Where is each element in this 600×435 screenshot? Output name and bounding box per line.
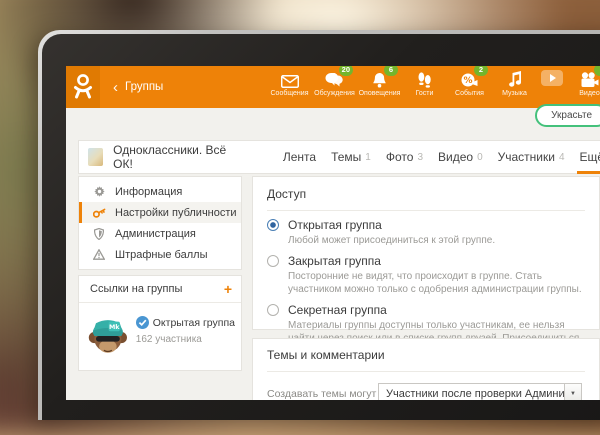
tab-feed[interactable]: Лента [283,141,316,173]
nav-music[interactable]: Музыка [492,69,537,97]
add-link-button[interactable]: + [224,282,232,296]
svg-text:%: % [463,76,472,86]
back-chevron-icon: ‹ [113,80,118,95]
nav-guests[interactable]: Гости [402,69,447,97]
nav-video[interactable]: Видео [567,69,600,97]
sidebar-item-penalty-points[interactable]: Штрафные баллы [79,244,241,265]
nav-label: Видео [579,90,599,97]
top-navigation-bar: ‹ Группы Сообщения 20 Обсуждения 6 [66,66,600,108]
badge: 2 [474,66,488,76]
tab-count: 3 [417,152,423,163]
group-tabs: Лента Темы 1 Фото 3 Видео 0 Участники 4 … [283,141,600,173]
select-value: Участники после проверки Администрацией [379,388,564,400]
tab-count: 4 [559,152,565,163]
play-icon [541,70,563,86]
radio-description: Посторонние не видят, что происходит в г… [288,270,585,296]
group-links-title: Ссылки на группы [90,283,182,295]
promo-label: Украсьте [551,110,592,121]
group-header-bar: Одноклассники. Всё ОК! Лента Темы 1 Фото… [78,140,600,174]
decorate-group-button[interactable]: Украсьте [535,104,600,127]
nav-label: Оповещения [359,90,401,97]
badge: 20 [339,66,353,76]
warning-icon [92,249,106,260]
nav-messages[interactable]: Сообщения [267,69,312,97]
nav-label: Сообщения [271,90,309,97]
key-icon [92,208,106,218]
nav-label: Гости [416,90,434,97]
topics-header: Темы и комментарии [267,348,585,372]
tab-count: 1 [365,152,371,163]
tab-videos[interactable]: Видео 0 [438,141,483,173]
verified-check-icon [136,316,149,329]
access-section: Доступ Открытая группа Любой может присо… [252,176,600,330]
radio-label: Открытая группа [288,218,382,232]
breadcrumb-label: Группы [125,81,163,93]
linked-group-row[interactable]: Mk Октрытая группа 162 участника [79,303,241,370]
create-topics-label: Создавать темы могут [267,388,376,400]
envelope-icon [281,69,299,88]
access-option-closed: Закрытая группа Посторонние не видят, чт… [267,254,585,296]
tab-count: 0 [477,152,483,163]
radio-secret-group[interactable] [267,304,279,316]
sidebar-item-label: Настройки публичности [115,207,237,219]
radio-label: Закрытая группа [288,254,381,268]
sidebar-item-information[interactable]: Информация [79,181,241,202]
access-header: Доступ [267,187,585,211]
create-topics-select[interactable]: Участники после проверки Администрацией … [378,383,582,400]
ok-app-screen: ‹ Группы Сообщения 20 Обсуждения 6 [66,66,600,400]
create-topics-row: Создавать темы могут Участники после про… [267,383,585,400]
mini-player-button[interactable] [537,70,567,86]
breadcrumb[interactable]: ‹ Группы [113,80,163,95]
nav-events[interactable]: 2 % События [447,69,492,97]
nav-discussions[interactable]: 20 Обсуждения [312,69,357,97]
nav-label: Музыка [502,90,527,97]
active-tab-underline [577,171,600,174]
radio-label: Секретная группа [288,303,387,317]
group-links-header: Ссылки на группы + [79,276,241,303]
nav-label: События [455,90,484,97]
linked-group-members: 162 участника [136,334,235,345]
svg-text:Mk: Mk [109,324,120,331]
sidebar-item-label: Информация [115,186,182,198]
music-icon [508,69,522,88]
sidebar-item-label: Администрация [115,228,196,240]
sidebar-item-publicity-settings[interactable]: Настройки публичности [79,202,241,223]
topnav-items: Сообщения 20 Обсуждения 6 Оповещения [267,69,600,97]
badge: 6 [384,66,398,76]
tab-topics[interactable]: Темы 1 [331,141,371,173]
access-option-open: Открытая группа Любой может присоединить… [267,218,585,247]
linked-group-info: Октрытая группа 162 участника [136,312,235,360]
nav-notifications[interactable]: 6 Оповещения [357,69,402,97]
tab-photos[interactable]: Фото 3 [386,141,423,173]
shield-icon [92,228,106,240]
tab-more[interactable]: Ещё ▼ [580,141,600,173]
topics-comments-section: Темы и комментарии Создавать темы могут … [252,338,600,400]
tab-members[interactable]: Участники 4 [498,141,565,173]
ok-logo[interactable] [66,66,100,108]
group-avatar[interactable] [88,148,103,166]
radio-open-group[interactable] [267,219,279,231]
footsteps-icon [418,69,431,88]
sidebar-item-label: Штрафные баллы [115,249,207,261]
settings-sidebar: Информация Настройки публичности Админис… [78,176,242,270]
select-arrow-button[interactable]: ▼ [564,384,581,400]
gear-icon [92,186,106,197]
radio-closed-group[interactable] [267,255,279,267]
linked-group-avatar: Mk [88,312,128,360]
chevron-down-icon: ▼ [570,391,576,397]
radio-description: Любой может присоединиться к этой группе… [288,234,585,247]
nav-label: Обсуждения [314,90,355,97]
ok-logo-icon [72,74,94,100]
linked-group-status: Октрытая группа [153,317,235,329]
group-title: Одноклассники. Всё ОК! [113,143,228,171]
group-links-box: Ссылки на группы + Mk [78,275,242,371]
sidebar-item-administration[interactable]: Администрация [79,223,241,244]
